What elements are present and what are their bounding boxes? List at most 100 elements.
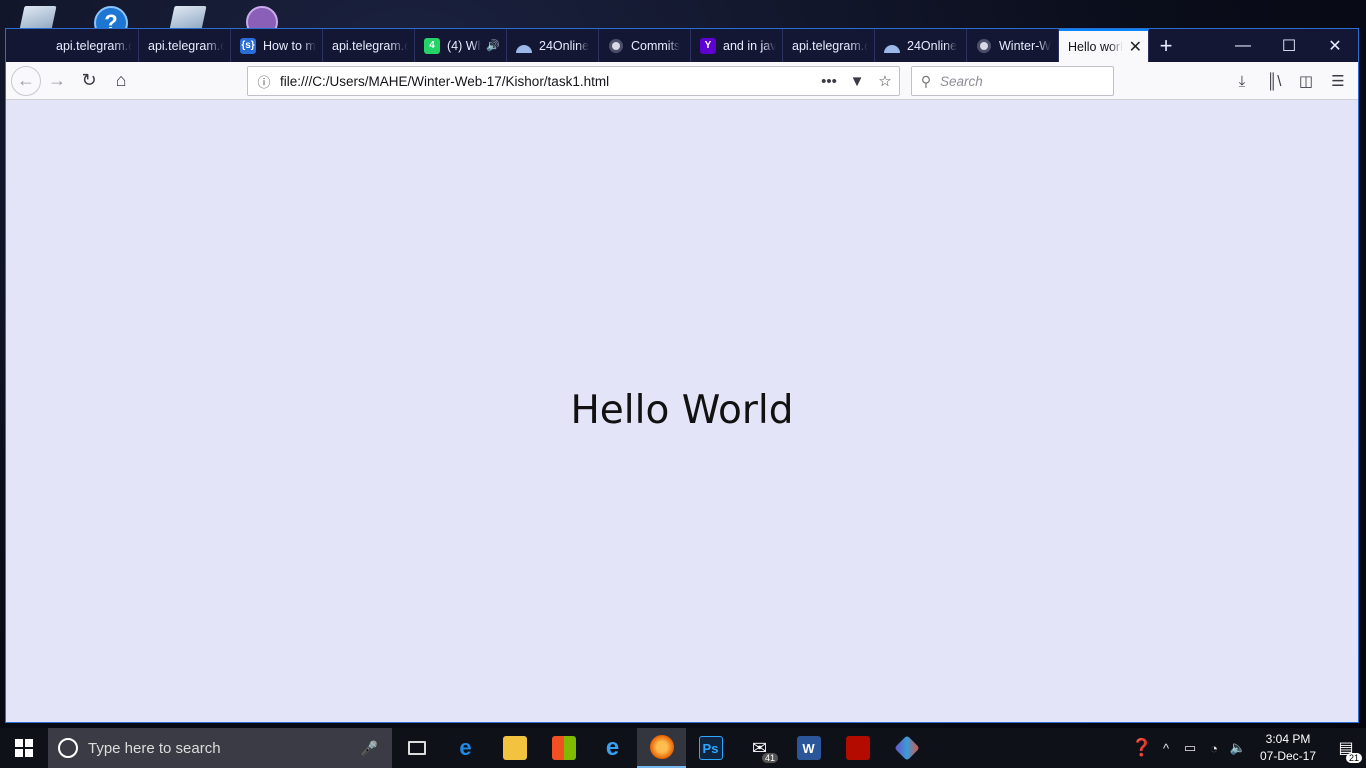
whatsapp-icon: 4 [424, 37, 440, 54]
tab-label: and in jav [723, 38, 776, 53]
forward-button[interactable]: → [41, 65, 73, 97]
search-input[interactable] [940, 73, 1105, 89]
tab-winter-web[interactable]: Winter-W [967, 29, 1059, 62]
minimize-button[interactable]: — [1220, 29, 1266, 62]
taskbar-search-placeholder[interactable]: Type here to search [88, 740, 361, 757]
acrobat-app[interactable] [833, 728, 882, 768]
task-view-button[interactable] [392, 728, 441, 768]
tab-commits[interactable]: Commits [599, 29, 691, 62]
cortana-icon [58, 738, 78, 758]
home-button[interactable]: ⌂ [105, 65, 137, 97]
task-view-icon [407, 741, 426, 755]
downloads-icon[interactable]: ⤓ [1226, 65, 1258, 97]
tab-label: api.telegram.o [792, 38, 868, 53]
tab-label: How to m [263, 38, 316, 53]
tab-how-to[interactable]: {s} How to m [231, 29, 323, 62]
pocket-icon[interactable]: ▼ [843, 73, 871, 90]
tab-hello-world[interactable]: Hello worl ✕ [1059, 29, 1149, 62]
info-icon[interactable]: ⓘ [248, 72, 280, 91]
chevron-up-icon[interactable]: ^ [1154, 741, 1178, 756]
battery-icon[interactable]: ▭ [1178, 740, 1202, 756]
file-explorer-app[interactable] [490, 728, 539, 768]
note-icon[interactable] [169, 6, 207, 30]
tab-label: api.telegram.o [56, 38, 132, 53]
notification-badge: 21 [1345, 753, 1362, 763]
internet-explorer-icon: e [605, 734, 620, 761]
toolbar-right: ⤓ ║\ ◫ ☰ [1226, 65, 1354, 97]
codepen-icon: {s} [240, 37, 256, 54]
tab-label: api.telegram.o [148, 38, 224, 53]
microphone-icon[interactable]: 🎤 [361, 740, 378, 757]
new-tab-button[interactable]: + [1149, 29, 1183, 62]
clock-time: 3:04 PM [1265, 732, 1311, 746]
git-app[interactable] [882, 728, 931, 768]
tab-label: (4) Wh [447, 38, 482, 53]
git-icon [893, 735, 920, 761]
word-app[interactable]: W [784, 728, 833, 768]
store-app[interactable] [539, 728, 588, 768]
internet-explorer-app[interactable]: e [588, 728, 637, 768]
wifi-icon[interactable]: ◔ [1202, 741, 1226, 756]
bookmark-star-icon[interactable]: ☆ [871, 72, 899, 90]
edge-app[interactable]: e [441, 728, 490, 768]
tab-api-telegram-3[interactable]: api.telegram.o [323, 29, 415, 62]
tab-strip: api.telegram.o api.telegram.o {s} How to… [6, 29, 1358, 62]
yahoo-icon: Y [700, 37, 716, 54]
navigation-toolbar: ← → ↻ ⌂ ⓘ file:///C:/Users/MAHE/Winter-W… [6, 62, 1358, 100]
windows-icon [15, 739, 33, 757]
firefox-icon [649, 735, 674, 759]
more-actions-icon[interactable]: ••• [815, 73, 843, 90]
tab-api-telegram-2[interactable]: api.telegram.o [139, 29, 231, 62]
browser-window: api.telegram.o api.telegram.o {s} How to… [5, 28, 1359, 723]
url-text[interactable]: file:///C:/Users/MAHE/Winter-Web-17/Kish… [280, 74, 815, 89]
tab-yahoo[interactable]: Y and in jav [691, 29, 783, 62]
tab-whatsapp[interactable]: 4 (4) Wh 🔊 [415, 29, 507, 62]
clock[interactable]: 3:04 PM 07-Dec-17 [1250, 731, 1326, 765]
tab-label: 24Online [539, 38, 590, 53]
tab-label: Hello worl [1068, 39, 1123, 54]
photoshop-app[interactable]: Ps [686, 728, 735, 768]
acrobat-icon [845, 736, 870, 760]
maximize-button[interactable]: ☐ [1266, 29, 1312, 62]
taskbar-search[interactable]: Type here to search 🎤 [48, 728, 392, 768]
mail-app[interactable]: ✉ 41 [735, 728, 784, 768]
mail-badge: 41 [761, 753, 778, 763]
note-icon[interactable] [19, 6, 57, 30]
reload-button[interactable]: ↻ [73, 65, 105, 97]
sidebar-icon[interactable]: ◫ [1290, 65, 1322, 97]
close-window-button[interactable]: ✕ [1312, 29, 1358, 62]
tab-label: api.telegram.o [332, 38, 408, 53]
taskbar: Type here to search 🎤 e e Ps ✉ 41 W ❓ ^ … [0, 728, 1366, 768]
search-bar[interactable]: ⚲ [911, 66, 1114, 96]
photoshop-icon: Ps [698, 736, 723, 760]
store-icon [551, 736, 576, 760]
github-icon [608, 38, 624, 54]
action-center-button[interactable]: ▤ 21 [1326, 728, 1366, 768]
tab-24online-1[interactable]: 24Online [507, 29, 599, 62]
clock-date: 07-Dec-17 [1259, 749, 1317, 763]
close-tab-icon[interactable]: ✕ [1129, 37, 1142, 57]
tab-api-telegram-4[interactable]: api.telegram.o [783, 29, 875, 62]
start-button[interactable] [0, 728, 48, 768]
library-icon[interactable]: ║\ [1258, 65, 1290, 97]
address-bar[interactable]: ⓘ file:///C:/Users/MAHE/Winter-Web-17/Ki… [247, 66, 900, 96]
page-heading: Hello World [570, 388, 794, 433]
folder-icon [502, 736, 527, 760]
menu-icon[interactable]: ☰ [1322, 65, 1354, 97]
tab-label: Winter-W [999, 38, 1052, 53]
help-tray-icon[interactable]: ❓ [1130, 738, 1154, 758]
tab-strip-spacer [6, 29, 47, 62]
volume-icon[interactable]: 🔈 [1226, 740, 1250, 756]
github-icon [976, 38, 992, 54]
back-button[interactable]: ← [11, 65, 41, 96]
firefox-app[interactable] [637, 728, 686, 768]
speaker-icon[interactable]: 🔊 [486, 39, 500, 52]
speedometer-icon [516, 38, 532, 54]
speedometer-icon [884, 38, 900, 54]
edge-icon: e [459, 735, 472, 760]
window-controls: — ☐ ✕ [1220, 29, 1358, 62]
tab-api-telegram-1[interactable]: api.telegram.o [47, 29, 139, 62]
page-content: Hello World [6, 100, 1358, 722]
tab-label: Commits [631, 38, 681, 53]
tab-24online-2[interactable]: 24Online [875, 29, 967, 62]
